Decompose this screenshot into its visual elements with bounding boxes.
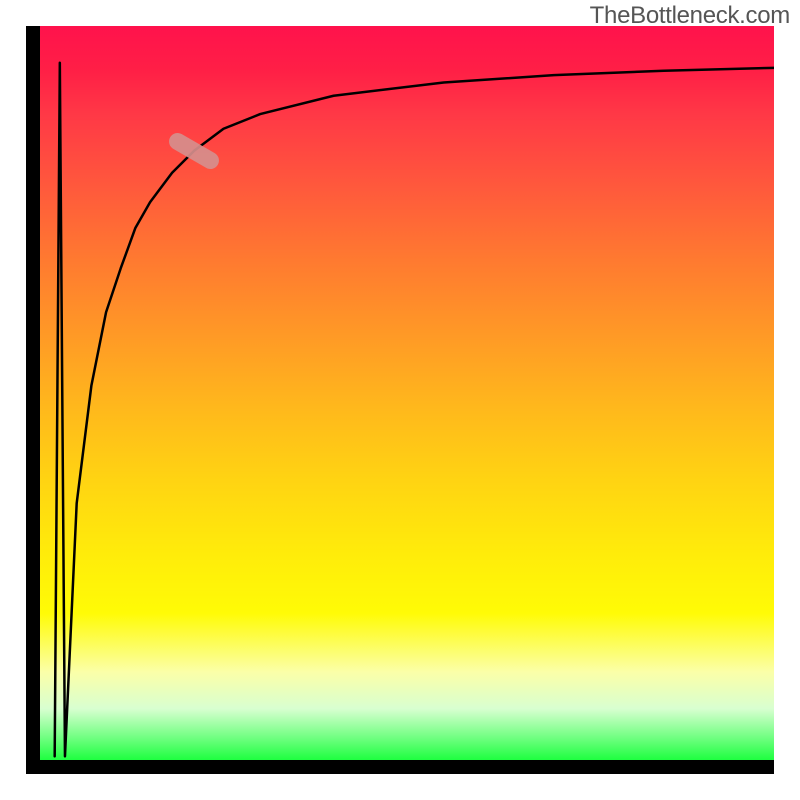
chart-plot-area: [40, 26, 774, 760]
chart-curve: [40, 26, 774, 760]
chart-frame: [26, 26, 774, 774]
watermark-text: TheBottleneck.com: [590, 2, 790, 30]
